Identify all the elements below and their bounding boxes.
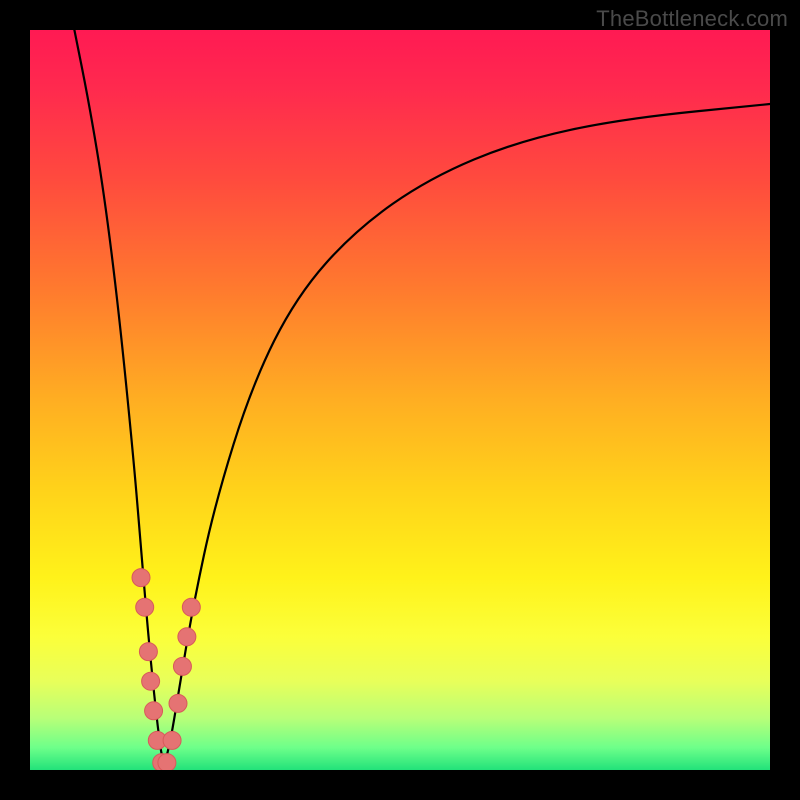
curve-dot <box>145 702 163 720</box>
curve-dot <box>136 598 154 616</box>
curve-dot <box>173 657 191 675</box>
watermark-text: TheBottleneck.com <box>596 6 788 32</box>
curve-dot <box>169 694 187 712</box>
curve-dots <box>132 569 200 770</box>
curve-dot <box>142 672 160 690</box>
curve-dot <box>178 628 196 646</box>
curve-dot <box>158 754 176 770</box>
plot-area <box>30 30 770 770</box>
chart-frame: TheBottleneck.com <box>0 0 800 800</box>
curve-dot <box>139 643 157 661</box>
curve-dot <box>132 569 150 587</box>
curve-dot <box>163 731 181 749</box>
curve-dot <box>182 598 200 616</box>
chart-overlay <box>30 30 770 770</box>
bottleneck-curve <box>74 30 770 760</box>
